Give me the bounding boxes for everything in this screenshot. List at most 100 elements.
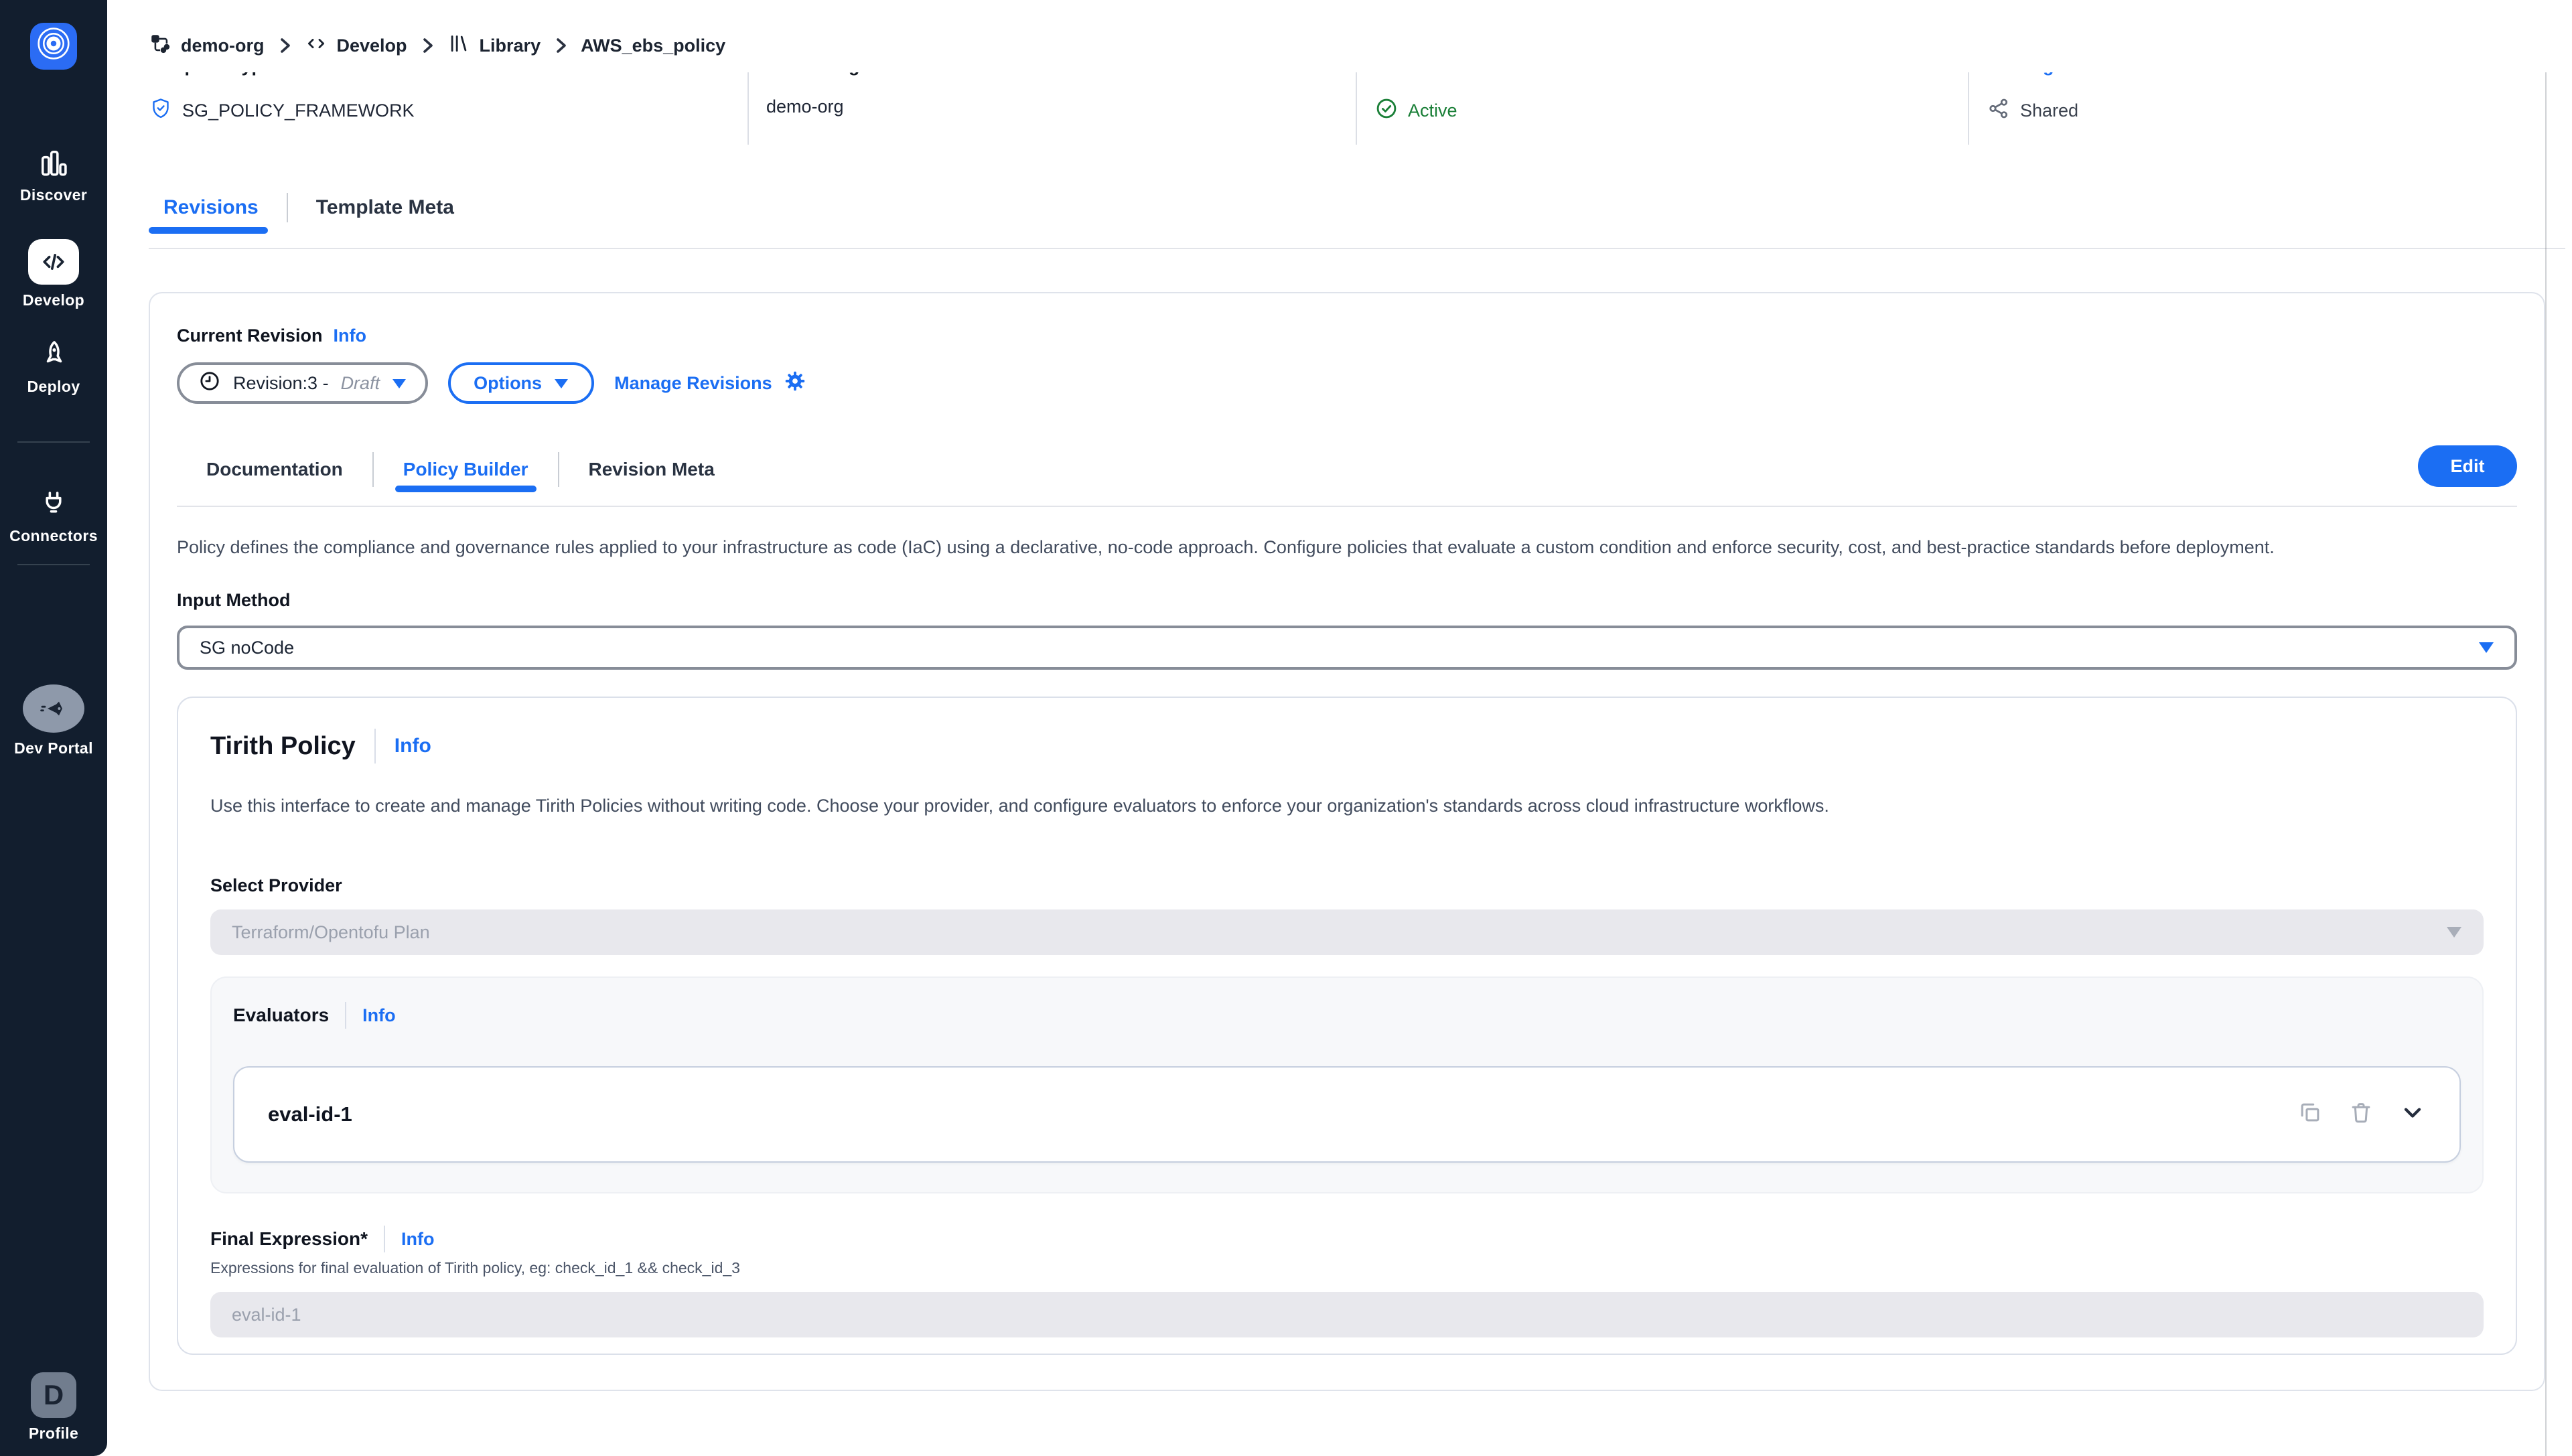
policy-description: Policy defines the compliance and govern… <box>177 535 2517 559</box>
caret-down-icon <box>554 373 569 394</box>
sidebar-item-label: Deploy <box>27 378 80 396</box>
select-provider-select: Terraform/Opentofu Plan <box>210 909 2484 955</box>
tirith-description: Use this interface to create and manage … <box>210 796 2484 816</box>
manage-revisions-label: Manage Revisions <box>614 373 772 394</box>
breadcrumb-label: AWS_ebs_policy <box>581 35 725 56</box>
sidebar-item-connectors[interactable]: Connectors <box>9 487 98 545</box>
sidebar-item-label: Discover <box>20 186 87 204</box>
tab-documentation[interactable]: Documentation <box>177 459 372 480</box>
sidebar-divider <box>17 441 90 443</box>
bar-chart-icon <box>37 146 70 179</box>
current-revision-info-link[interactable]: Info <box>334 325 366 346</box>
breadcrumb-item-current-page: AWS_ebs_policy <box>581 35 725 56</box>
tab-divider <box>287 193 288 222</box>
scrollbar-track[interactable] <box>2545 0 2547 1456</box>
options-button[interactable]: Options <box>448 362 594 404</box>
org-hierarchy-icon <box>149 32 171 60</box>
sidebar-item-label: Profile <box>29 1425 78 1443</box>
edit-button[interactable]: Edit <box>2418 445 2517 487</box>
avatar: D <box>31 1372 76 1418</box>
sidebar-item-develop[interactable]: Develop <box>23 239 84 309</box>
select-provider-value: Terraform/Opentofu Plan <box>232 922 430 943</box>
label-divider <box>345 1002 346 1029</box>
sidebar-item-discover[interactable]: Discover <box>20 146 87 204</box>
caret-down-icon <box>392 373 407 394</box>
check-circle-icon <box>1374 96 1399 125</box>
breadcrumb-item-develop[interactable]: Develop <box>305 32 407 60</box>
input-method-select[interactable]: SG noCode <box>177 626 2517 670</box>
title-divider <box>374 729 376 763</box>
breadcrumb: demo-org Develop <box>107 0 2572 72</box>
status-badge: Shared <box>2020 100 2078 121</box>
chevron-down-icon <box>2399 1099 2426 1131</box>
breadcrumb-item-library[interactable]: Library <box>447 32 541 60</box>
sidebar-item-label: Connectors <box>9 527 98 545</box>
breadcrumb-label: Library <box>480 35 541 56</box>
tab-template-meta[interactable]: Template Meta <box>301 196 469 219</box>
app-window: Discover Develop Deploy <box>0 0 2572 1456</box>
revision-subtabs: Documentation Policy Builder Revision Me… <box>177 449 2517 490</box>
delete-evaluator-button[interactable] <box>2348 1100 2374 1130</box>
breadcrumb-label: Develop <box>337 35 407 56</box>
sidebar-item-label: Develop <box>23 291 84 309</box>
top-tabs: Revisions Template Meta <box>149 185 2572 230</box>
revision-card: Current Revision Info Revision:3 - Draft <box>149 292 2545 1391</box>
tirith-info-link[interactable]: Info <box>395 735 431 757</box>
breadcrumb-item-demo-org[interactable]: demo-org <box>149 32 265 60</box>
revision-selector-dropdown[interactable]: Revision:3 - Draft <box>177 362 428 404</box>
chevron-right-icon <box>277 36 293 55</box>
field-value: SG_POLICY_FRAMEWORK <box>182 100 415 121</box>
concentric-circles-logo-icon <box>36 26 71 66</box>
chevron-right-icon <box>419 36 435 55</box>
code-icon <box>28 239 79 285</box>
expand-evaluator-button[interactable] <box>2399 1099 2426 1131</box>
revision-status: Draft <box>341 373 380 394</box>
plug-icon <box>37 487 70 520</box>
final-expression-label: Final Expression* <box>210 1228 368 1250</box>
subtabs-underline-divider <box>177 506 2517 507</box>
caret-down-icon <box>2446 922 2462 943</box>
copy-evaluator-button[interactable] <box>2297 1100 2323 1130</box>
rocket-icon <box>37 338 70 371</box>
field-value: demo-org <box>766 96 844 117</box>
sidebar-item-profile[interactable]: D Profile <box>0 1372 107 1443</box>
library-icon <box>447 32 470 60</box>
tabs-underline-divider <box>149 248 2565 249</box>
gear-icon <box>783 369 807 398</box>
manage-revisions-link[interactable]: Manage Revisions <box>614 369 807 398</box>
current-revision-label: Current Revision <box>177 325 323 346</box>
label-divider <box>384 1226 385 1252</box>
chevron-right-icon <box>553 36 569 55</box>
select-provider-label: Select Provider <box>210 875 2484 896</box>
evaluators-label: Evaluators <box>233 1005 329 1026</box>
main-content: demo-org Develop <box>107 0 2572 1456</box>
rocket-badge-icon <box>23 684 84 733</box>
tab-policy-builder[interactable]: Policy Builder <box>374 459 558 480</box>
sidebar-item-label: Dev Portal <box>14 739 93 757</box>
sidebar-item-deploy[interactable]: Deploy <box>27 338 80 396</box>
input-method-value: SG noCode <box>200 638 294 658</box>
share-nodes-icon <box>1987 96 2011 125</box>
final-expression-info-link[interactable]: Info <box>401 1229 434 1250</box>
app-logo[interactable] <box>30 23 77 70</box>
code-icon <box>305 32 328 60</box>
evaluator-row[interactable]: eval-id-1 <box>233 1066 2461 1163</box>
breadcrumb-label: demo-org <box>181 35 265 56</box>
sidebar-item-dev-portal[interactable]: Dev Portal <box>14 684 93 757</box>
clock-icon <box>198 370 221 397</box>
sidebar-divider <box>17 564 90 565</box>
revision-selector-value: Revision:3 - <box>233 373 329 394</box>
tirith-policy-card: Tirith Policy Info Use this interface to… <box>177 697 2517 1355</box>
sidebar: Discover Develop Deploy <box>0 0 107 1456</box>
copy-icon <box>2297 1100 2323 1130</box>
trash-icon <box>2348 1100 2374 1130</box>
evaluators-panel: Evaluators Info eval-id-1 <box>210 976 2484 1193</box>
evaluators-info-link[interactable]: Info <box>362 1005 395 1026</box>
caret-down-icon <box>2478 638 2494 658</box>
tab-revisions[interactable]: Revisions <box>149 196 273 219</box>
shield-check-icon <box>149 96 173 125</box>
options-button-label: Options <box>474 373 542 394</box>
input-method-label: Input Method <box>177 590 2517 611</box>
status-badge: Active <box>1408 100 1457 121</box>
tab-revision-meta[interactable]: Revision Meta <box>559 459 744 480</box>
